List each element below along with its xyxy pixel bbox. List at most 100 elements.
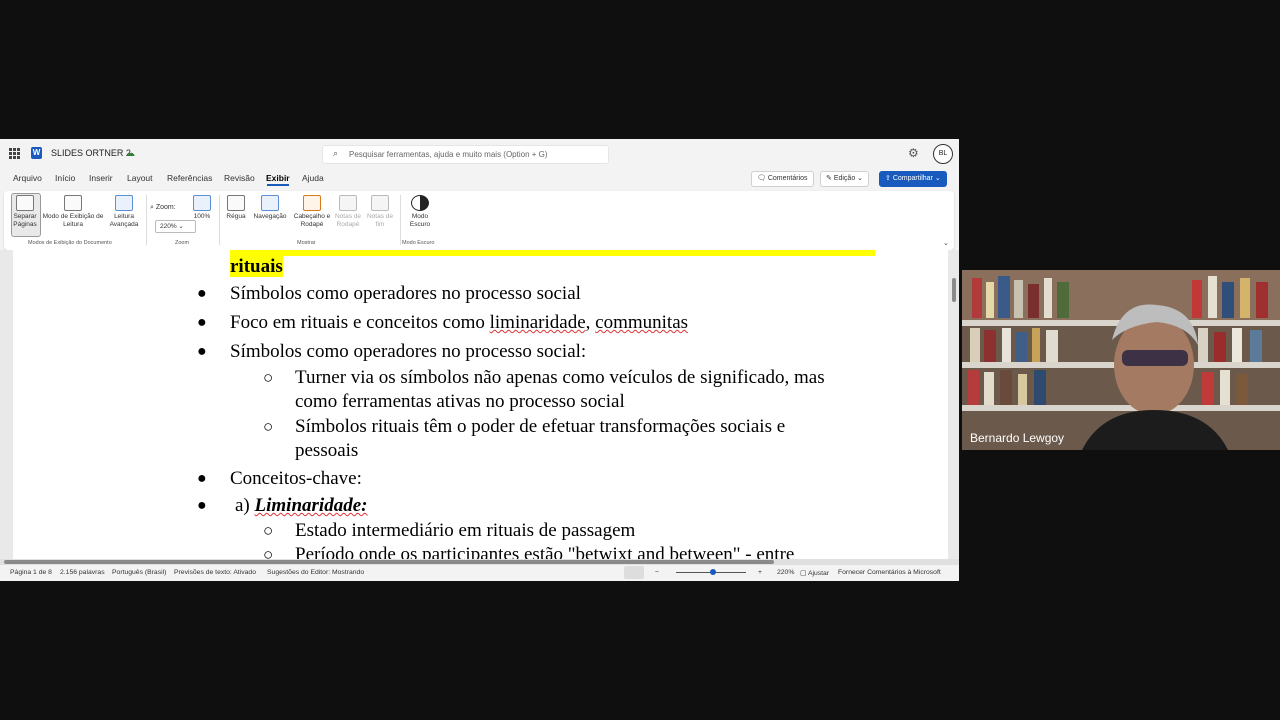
- footnotes-button: Notas de Rodapé: [332, 195, 364, 229]
- dark-mode-label: Modo Escuro: [409, 213, 431, 228]
- comments-button[interactable]: 🗨 Comentários: [751, 171, 814, 187]
- zoom-out-icon[interactable]: −: [655, 569, 659, 576]
- zoom-label: ⌕ Zoom:: [150, 204, 176, 212]
- zoom-100-icon: [193, 195, 211, 211]
- group-dark: Modo Escuro: [402, 240, 435, 246]
- group-show: Mostrar: [297, 240, 316, 246]
- bullet-dot: ●: [197, 497, 207, 514]
- bullet-2-text: Foco em rituais e conceitos como: [230, 312, 490, 333]
- search-box[interactable]: ⌕ Pesquisar ferramentas, ajuda e muito m…: [322, 145, 609, 164]
- cloud-saved-icon: ☁: [126, 148, 135, 158]
- separate-pages-label: Separar Páginas: [13, 213, 37, 228]
- ruler-button[interactable]: Régua: [224, 195, 248, 221]
- zoom-slider-handle[interactable]: [710, 569, 716, 575]
- tab-layout[interactable]: Layout: [127, 173, 153, 183]
- page-count[interactable]: Página 1 de 8: [10, 569, 52, 576]
- tab-inserir[interactable]: Inserir: [89, 173, 113, 183]
- reading-mode-button[interactable]: Modo de Exibição de Leitura: [38, 195, 108, 229]
- advanced-reading-button[interactable]: Leitura Avançada: [105, 195, 143, 229]
- separate-pages-button[interactable]: Separar Páginas: [9, 195, 41, 229]
- tab-arquivo[interactable]: Arquivo: [13, 173, 42, 183]
- divider: [146, 195, 147, 245]
- endnote-icon: [371, 195, 389, 211]
- scrollbar-thumb[interactable]: [4, 560, 774, 564]
- zoom-select[interactable]: 220% ⌄: [155, 220, 196, 233]
- comments-label: Comentários: [767, 175, 808, 182]
- search-icon: ⌕: [333, 148, 339, 158]
- bullet-dot: ●: [197, 314, 207, 331]
- feedback-link[interactable]: Fornecer Comentários à Microsoft: [838, 569, 941, 576]
- ribbon-tabs: Arquivo Início Inserir Layout Referência…: [0, 167, 959, 191]
- bullet-5-term: Liminaridade:: [254, 495, 368, 516]
- zoom-percent[interactable]: 220%: [777, 569, 794, 576]
- zoom-label-text: Zoom:: [155, 204, 176, 211]
- magnifier-icon: ⌕: [150, 204, 154, 211]
- advanced-reading-label: Leitura Avançada: [109, 213, 139, 228]
- word-count[interactable]: 2.156 palavras: [60, 569, 105, 576]
- bullet-dot: ●: [197, 343, 207, 360]
- header-footer-button[interactable]: Cabeçalho e Rodapé: [290, 195, 334, 229]
- endnotes-label: Notas de fim: [366, 213, 394, 228]
- bullet-dot: ●: [197, 285, 207, 302]
- navigation-pane-icon: [261, 195, 279, 211]
- tab-ajuda[interactable]: Ajuda: [302, 173, 324, 183]
- avatar[interactable]: BL: [933, 144, 953, 164]
- bullet-4: Conceitos-chave:: [230, 468, 362, 489]
- shared-screen: W SLIDES ORTNER 2 ☁ ⌕ Pesquisar ferramen…: [0, 139, 959, 581]
- bullet-dot: ●: [197, 470, 207, 487]
- gear-icon[interactable]: ⚙: [908, 146, 919, 160]
- tab-referencias[interactable]: Referências: [167, 173, 212, 183]
- share-button[interactable]: ⇪ Compartilhar ⌄: [879, 171, 947, 187]
- sub-bullet-circle: ○: [263, 368, 274, 387]
- line-rituais: rituais: [230, 256, 283, 278]
- share-label: Compartilhar: [892, 175, 933, 182]
- participant-video: Bernardo Lewgoy: [962, 270, 1280, 450]
- participant-name: Bernardo Lewgoy: [970, 431, 1065, 445]
- bullet-3: Símbolos como operadores no processo soc…: [230, 341, 587, 362]
- footnotes-label: Notas de Rodapé: [334, 213, 362, 228]
- header-footer-icon: [303, 195, 321, 211]
- sub-bullet-3: Estado intermediário em rituais de passa…: [295, 520, 636, 541]
- document-page[interactable]: rituais ● Símbolos como operadores no pr…: [13, 250, 948, 559]
- page-icon: [16, 195, 34, 211]
- divider: [400, 195, 401, 245]
- zoom-select-value: 220%: [160, 223, 177, 230]
- tab-inicio[interactable]: Início: [55, 173, 75, 183]
- sub-bullet-circle: ○: [263, 417, 274, 436]
- ribbon: Separar Páginas Modo de Exibição de Leit…: [4, 191, 954, 250]
- word-logo-icon: W: [31, 147, 42, 159]
- reading-mode-label: Modo de Exibição de Leitura: [42, 213, 104, 228]
- bullet-5: a) Liminaridade:: [235, 495, 367, 517]
- tab-revisao[interactable]: Revisão: [224, 173, 255, 183]
- navigation-button[interactable]: Navegação: [250, 195, 290, 221]
- dark-mode-button[interactable]: Modo Escuro: [404, 195, 436, 229]
- spelling-flag[interactable]: liminaridade: [490, 312, 586, 333]
- tab-exibir[interactable]: Exibir: [266, 173, 290, 183]
- vertical-scrollbar[interactable]: [952, 278, 956, 302]
- footnote-icon: [339, 195, 357, 211]
- ruler-icon: [227, 195, 245, 211]
- status-bar: Página 1 de 8 2.156 palavras Português (…: [0, 565, 959, 581]
- zoom-100-button[interactable]: 100%: [192, 195, 212, 221]
- editor-suggestions[interactable]: Sugestões do Editor: Mostrando: [267, 569, 364, 576]
- sub-bullet-circle: ○: [263, 521, 274, 540]
- endnotes-button: Notas de fim: [364, 195, 396, 229]
- title-bar: W SLIDES ORTNER 2 ☁ ⌕ Pesquisar ferramen…: [0, 139, 959, 167]
- sub-bullet-4: Período onde os participantes estão "bet…: [295, 544, 795, 559]
- book-icon: [64, 195, 82, 211]
- language[interactable]: Português (Brasil): [112, 569, 166, 576]
- sub-bullet-2a: Símbolos rituais têm o poder de efetuar …: [295, 416, 786, 437]
- zoom-in-icon[interactable]: +: [758, 569, 762, 576]
- fit-button[interactable]: ▢ Ajustar: [800, 569, 829, 577]
- fit-label: Ajustar: [807, 570, 830, 577]
- sub-bullet-1a: Turner via os símbolos não apenas como v…: [295, 367, 825, 388]
- spelling-flag[interactable]: communitas: [595, 312, 688, 333]
- app-launcher-icon[interactable]: [9, 148, 20, 159]
- editing-button[interactable]: ✎ Edição ⌄: [820, 171, 870, 187]
- zoom-100-label: 100%: [193, 213, 211, 220]
- chevron-down-icon[interactable]: ⌄: [943, 239, 949, 247]
- sub-bullet-circle: ○: [263, 545, 274, 559]
- print-layout-button[interactable]: [624, 566, 644, 579]
- text-predictions[interactable]: Previsões de texto: Ativado: [174, 569, 256, 576]
- document-title[interactable]: SLIDES ORTNER 2: [51, 148, 131, 158]
